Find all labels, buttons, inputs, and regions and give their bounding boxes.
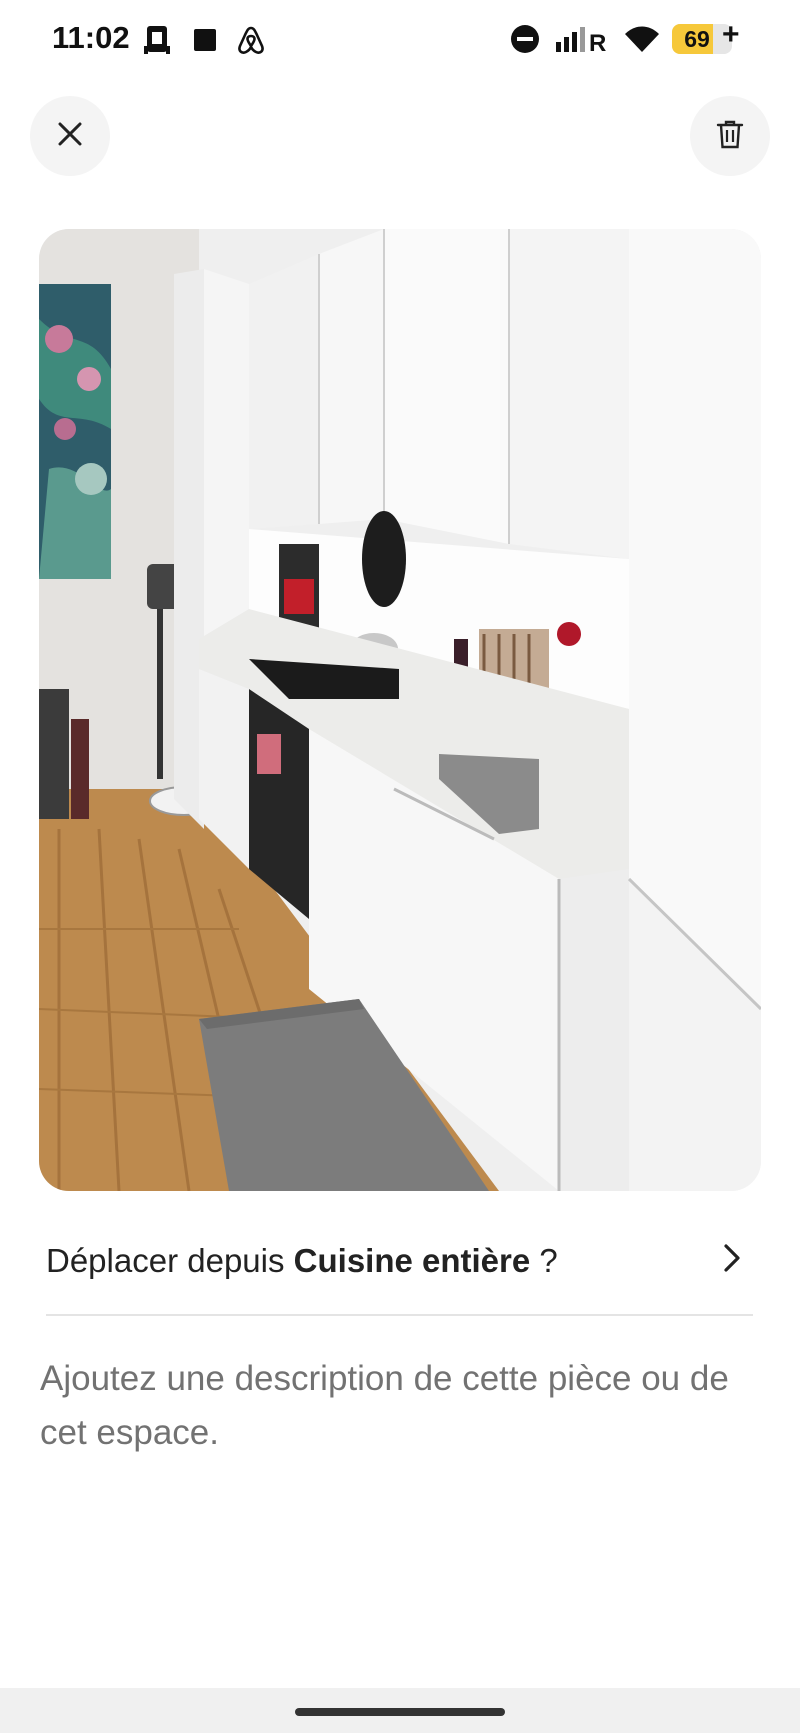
airbnb-logo-icon <box>236 24 266 61</box>
trash-icon <box>716 119 744 154</box>
description-input[interactable]: Ajoutez une description de cette pièce o… <box>40 1352 770 1460</box>
move-room-row[interactable]: Déplacer depuis Cuisine entière ? <box>46 1222 753 1316</box>
home-indicator[interactable] <box>295 1708 505 1716</box>
do-not-disturb-icon <box>510 24 540 59</box>
delete-photo-button[interactable] <box>690 96 770 176</box>
chevron-right-icon <box>717 1240 747 1276</box>
svg-text:R: R <box>589 30 606 54</box>
battery-level: 69 <box>684 26 710 52</box>
square-icon <box>194 29 216 56</box>
navigation-bar <box>0 1688 800 1733</box>
signal-icon: R <box>554 24 614 59</box>
close-icon <box>57 121 83 152</box>
wifi-icon <box>622 24 662 59</box>
sim-card-icon <box>142 24 176 61</box>
status-time: 11:02 <box>52 20 130 55</box>
move-prefix: Déplacer depuis <box>46 1242 294 1279</box>
status-bar: 11:02 R 69 + <box>0 0 800 80</box>
screen: 11:02 R 69 + Déplacer depuis Cuisine ent… <box>0 0 800 1733</box>
charging-plus-icon: + <box>722 18 740 51</box>
current-room-name: Cuisine entière <box>293 1242 531 1279</box>
move-room-text: Déplacer depuis Cuisine entière ? <box>46 1242 558 1280</box>
close-button[interactable] <box>30 96 110 176</box>
move-suffix: ? <box>530 1242 558 1279</box>
kitchen-photo[interactable] <box>39 229 761 1191</box>
